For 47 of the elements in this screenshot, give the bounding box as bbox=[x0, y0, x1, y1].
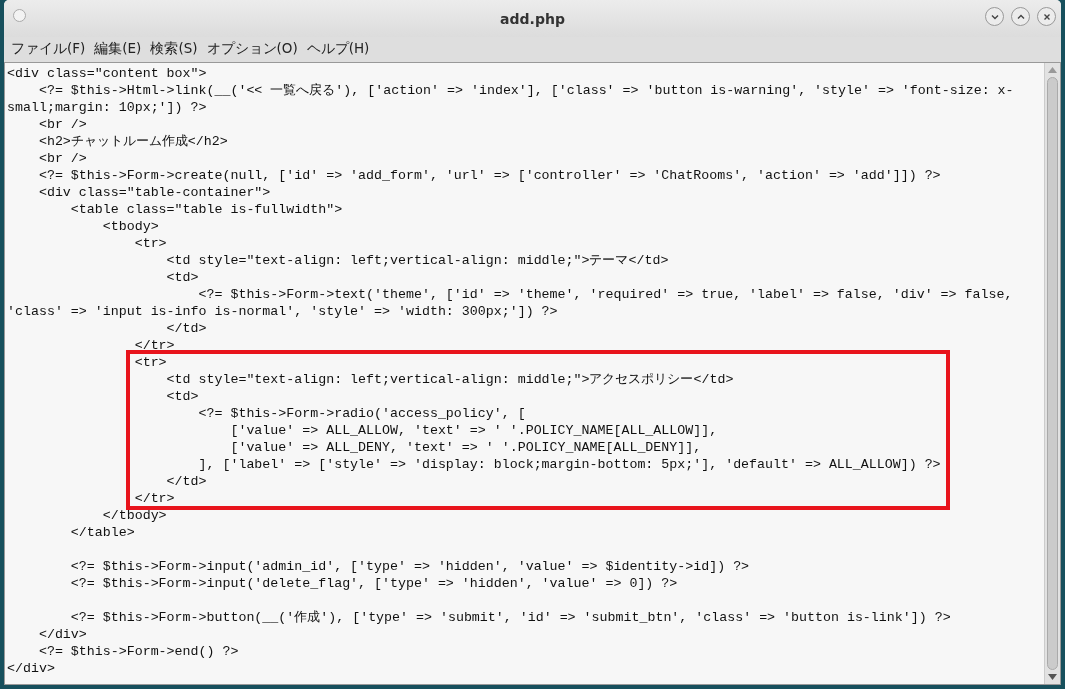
code-line: ['value' => ALL_ALLOW, 'text' => ' '.POLICY_NAME[ALL_ALLOW]], bbox=[229, 422, 718, 439]
code-line: <?= $this->Form->radio('access_policy', [ bbox=[197, 405, 526, 422]
code-line: <table class="table is-fullwidth"> bbox=[69, 201, 343, 218]
code-line: <tbody> bbox=[101, 218, 159, 235]
scrollbar[interactable] bbox=[1044, 63, 1060, 684]
menu-item[interactable]: 編集(E) bbox=[94, 40, 142, 58]
code-line: <div class="content box"> bbox=[7, 65, 207, 82]
code-line: ['value' => ALL_DENY, 'text' => ' '.POLICY_NAME[ALL_DENY]], bbox=[229, 439, 702, 456]
menu-item[interactable]: ヘルプ(H) bbox=[306, 40, 370, 58]
code-line: <tr> bbox=[133, 235, 167, 252]
minimize-button[interactable] bbox=[985, 7, 1004, 26]
code-line: <td> bbox=[165, 269, 199, 286]
code-line: </tr> bbox=[133, 490, 175, 507]
code-line: ], ['label' => ['style' => 'display: block;margin-bottom: 5px;'], 'default' => ALL_ALLOW]) ?> bbox=[197, 456, 941, 473]
code-line: <?= $this->Form->input('admin_id', ['type' => 'hidden', 'value' => $identity->id]) ?> bbox=[69, 558, 750, 575]
menu-item[interactable]: ファイル(F) bbox=[11, 40, 86, 58]
code-line: </div> bbox=[7, 660, 55, 677]
code-line: 'class' => 'input is-info is-normal', 'style' => 'width: 300px;']) ?> bbox=[7, 303, 558, 320]
code-line: </tr> bbox=[133, 337, 175, 354]
scroll-down-icon[interactable] bbox=[1048, 674, 1057, 680]
code-line: </div> bbox=[37, 626, 87, 643]
code-line: <td style="text-align: left;vertical-align: middle;">テーマ</td> bbox=[165, 252, 669, 269]
code-line: </td> bbox=[165, 320, 207, 337]
code-line: </td> bbox=[165, 473, 207, 490]
menu-item[interactable]: オプション(O) bbox=[206, 40, 298, 58]
menu-item[interactable]: 検索(S) bbox=[150, 40, 198, 58]
code-line: small;margin: 10px;']) ?> bbox=[7, 99, 207, 116]
maximize-button[interactable] bbox=[1011, 7, 1030, 26]
code-line: <?= $this->Html->link(__('<< 一覧へ戻る'), ['action' => 'index'], ['class' => 'button is-warning', 'style' => 'font-size: x- bbox=[37, 82, 1014, 99]
code-line: <tr> bbox=[133, 354, 167, 371]
code-line: <?= $this->Form->button(__('作成'), ['type' => 'submit', 'id' => 'submit_btn', 'class' => 'button is-link']) ?> bbox=[69, 609, 951, 626]
close-icon bbox=[1041, 11, 1052, 22]
code-line: <h2>チャットルーム作成</h2> bbox=[37, 133, 228, 150]
code-line: <?= $this->Form->end() ?> bbox=[37, 643, 239, 660]
code-line: <td> bbox=[165, 388, 199, 405]
close-button[interactable] bbox=[1037, 7, 1056, 26]
code-line: </table> bbox=[69, 524, 135, 541]
code-line: <?= $this->Form->input('delete_flag', ['type' => 'hidden', 'value' => 0]) ?> bbox=[69, 575, 678, 592]
scrollbar-thumb[interactable] bbox=[1047, 77, 1058, 670]
code-line: <?= $this->Form->text('theme', ['id' => 'theme', 'required' => true, 'label' => false, 'div' => false, bbox=[197, 286, 1013, 303]
code-line: </tbody> bbox=[101, 507, 167, 524]
code-line: <div class="table-container"> bbox=[37, 184, 271, 201]
code-line: <br /> bbox=[37, 116, 87, 133]
code-line: <?= $this->Form->create(null, ['id' => 'add_form', 'url' => ['controller' => 'ChatRooms', 'action' => 'add']]) ?> bbox=[37, 167, 941, 184]
code-line: <br /> bbox=[37, 150, 87, 167]
code-line: <td style="text-align: left;vertical-align: middle;">アクセスポリシー</td> bbox=[165, 371, 734, 388]
window-title: add.php bbox=[500, 10, 565, 27]
